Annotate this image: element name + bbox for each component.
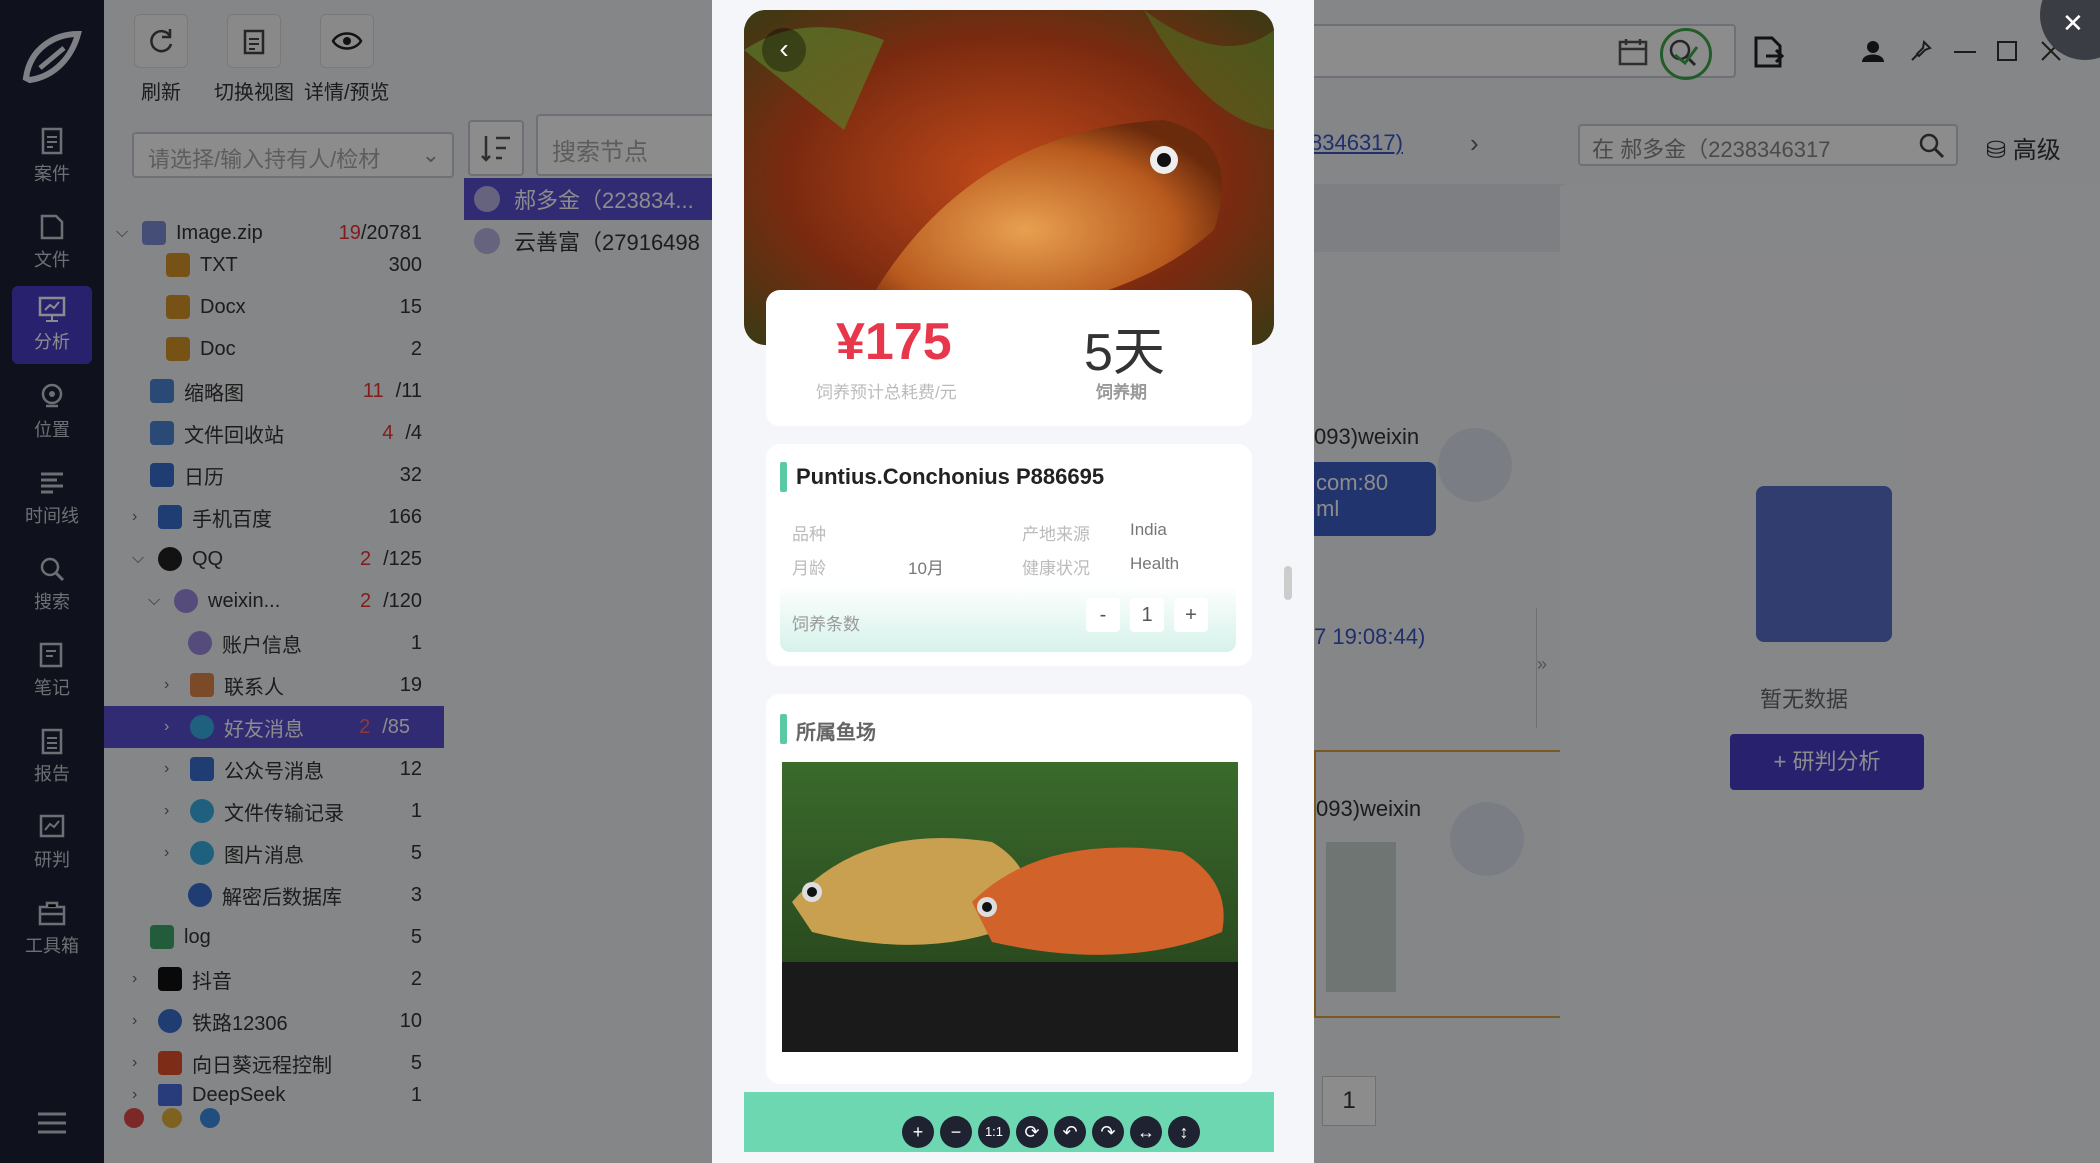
image-viewer: ‹ ¥175 饲养预计总耗费/元 5天 饲养期 Puntius.Conchoni… bbox=[712, 0, 1314, 1163]
rotate-left-button[interactable]: ↶ bbox=[1054, 1116, 1086, 1148]
decrement-button[interactable]: - bbox=[1086, 598, 1120, 632]
section-accent bbox=[780, 462, 787, 492]
fish-info-card: Puntius.Conchonius P886695 品种 产地来源 India… bbox=[766, 444, 1252, 666]
field-value: Health bbox=[1130, 554, 1180, 573]
rotate-right-button[interactable]: ↷ bbox=[1092, 1116, 1124, 1148]
field-value: India bbox=[1130, 520, 1167, 539]
scrollbar-thumb[interactable] bbox=[1284, 566, 1292, 600]
days-value: 5天 bbox=[1084, 324, 1165, 382]
quantity-value: 1 bbox=[1130, 598, 1164, 632]
zoom-in-button[interactable]: + bbox=[902, 1116, 934, 1148]
field-label: 产地来源 bbox=[1022, 525, 1090, 544]
fish-pair-photo bbox=[782, 762, 1238, 1052]
increment-button[interactable]: + bbox=[1174, 598, 1208, 632]
close-icon: ✕ bbox=[2062, 8, 2084, 38]
reset-button[interactable]: ⟳ bbox=[1016, 1116, 1048, 1148]
section-accent bbox=[780, 714, 787, 744]
days-caption: 饲养期 bbox=[1096, 383, 1147, 402]
fish-farm-title: 所属鱼场 bbox=[796, 722, 876, 744]
quantity-row: 饲养条数 - 1 + bbox=[780, 584, 1236, 652]
field-value: 10月 bbox=[908, 559, 944, 578]
fish-title: Puntius.Conchonius P886695 bbox=[796, 464, 1105, 489]
chevron-left-icon: ‹ bbox=[779, 33, 789, 64]
flip-horizontal-button[interactable]: ↔ bbox=[1130, 1116, 1162, 1148]
back-button[interactable]: ‹ bbox=[762, 28, 806, 72]
price-caption: 饲养预计总耗费/元 bbox=[816, 383, 957, 402]
price-value: ¥175 bbox=[836, 313, 952, 371]
field-label: 品种 bbox=[792, 525, 826, 544]
fish-farm-card: 所属鱼场 bbox=[766, 694, 1252, 1084]
flip-vertical-button[interactable]: ↕ bbox=[1168, 1116, 1200, 1148]
field-label: 月龄 bbox=[792, 559, 826, 578]
quantity-label: 饲养条数 bbox=[792, 615, 860, 634]
price-card: ¥175 饲养预计总耗费/元 5天 饲养期 bbox=[766, 290, 1252, 426]
zoom-out-button[interactable]: − bbox=[940, 1116, 972, 1148]
field-label: 健康状况 bbox=[1022, 559, 1090, 578]
viewer-toolbar: + − 1:1 ⟳ ↶ ↷ ↔ ↕ bbox=[902, 1116, 1200, 1148]
quantity-stepper[interactable]: - 1 + bbox=[1086, 598, 1208, 632]
actual-size-button[interactable]: 1:1 bbox=[978, 1116, 1010, 1148]
fish-farm-image bbox=[782, 762, 1238, 1052]
